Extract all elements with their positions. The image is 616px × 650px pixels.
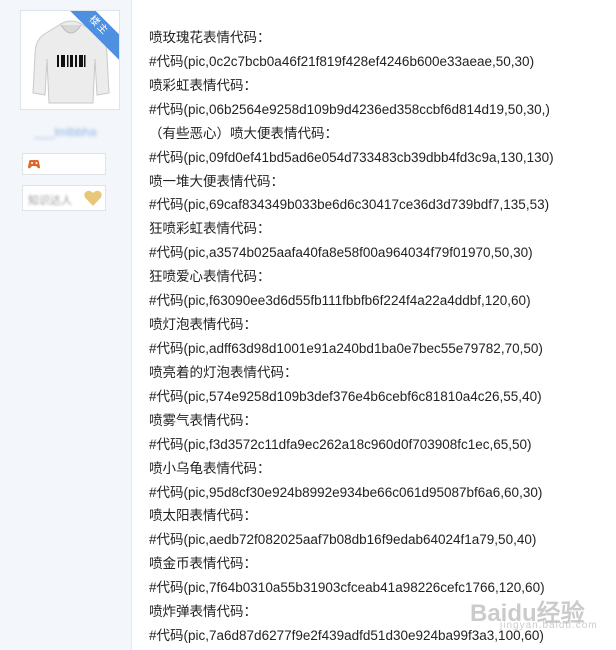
code-label: 狂喷爱心表情代码：: [149, 269, 271, 285]
code-line: #代码(pic,69caf834349b033be6d6c30417ce36d3…: [149, 197, 550, 213]
code-label: 喷彩虹表情代码：: [149, 77, 257, 93]
code-label: 喷玫瑰花表情代码：: [149, 30, 271, 45]
code-line: #代码(pic,f63090ee3d6d55fb111fbbfb6f224f4a…: [149, 293, 531, 309]
code-line: #代码(pic,95d8cf30e924b8992e934be66c061d95…: [149, 484, 543, 500]
code-line: #代码(pic,f3d3572c11dfa9ec262a18c960d0f703…: [149, 436, 532, 452]
code-label: （有些恶心）喷大便表情代码：: [149, 125, 338, 141]
code-label: 喷太阳表情代码：: [149, 508, 257, 524]
code-label: 喷亮着的灯泡表情代码：: [149, 364, 298, 380]
user-badge[interactable]: [22, 153, 106, 175]
level-label: 知识达人: [28, 195, 72, 207]
watermark-sub: jingyan.baidu.com: [500, 620, 598, 631]
code-label: 喷金币表情代码：: [149, 556, 257, 572]
code-label: 喷小乌龟表情代码：: [149, 460, 271, 476]
code-label: 喷雾气表情代码：: [149, 412, 257, 428]
code-line: #代码(pic,adff63d98d1001e91a240bd1ba0e7bec…: [149, 340, 543, 356]
baidu-jingyan-watermark: Baidu经验 jingyan.baidu.com: [470, 593, 610, 633]
post-content: 喷玫瑰花表情代码： #代码(pic,0c2c7bcb0a46f21f819f42…: [149, 26, 609, 648]
code-line: #代码(pic,06b2564e9258d109b9d4236ed358ccbf…: [149, 101, 550, 117]
code-line: #代码(pic,aedb72f082025aaf7b08db16f9edab64…: [149, 532, 537, 548]
game-controller-icon: [27, 158, 41, 170]
username[interactable]: ___lmlbbha: [0, 125, 131, 139]
code-label: 喷一堆大便表情代码：: [149, 173, 284, 189]
user-sidebar: 楼主 ___lmlbbha 知识达人: [0, 0, 132, 650]
code-line: #代码(pic,574e9258d109b3def376e4b6cebf6c81…: [149, 388, 542, 404]
heart-icon: [83, 188, 103, 208]
code-label: 狂喷彩虹表情代码：: [149, 221, 271, 237]
code-line: #代码(pic,a3574b025aafa40fa8e58f00a964034f…: [149, 245, 533, 261]
code-label: 喷灯泡表情代码：: [149, 317, 257, 333]
user-level[interactable]: 知识达人: [22, 185, 106, 211]
code-line: #代码(pic,0c2c7bcb0a46f21f819f428ef4246b60…: [149, 53, 535, 69]
code-line: #代码(pic,09fd0ef41bd5ad6e054d733483cb39db…: [149, 149, 554, 165]
avatar[interactable]: 楼主: [20, 10, 120, 110]
